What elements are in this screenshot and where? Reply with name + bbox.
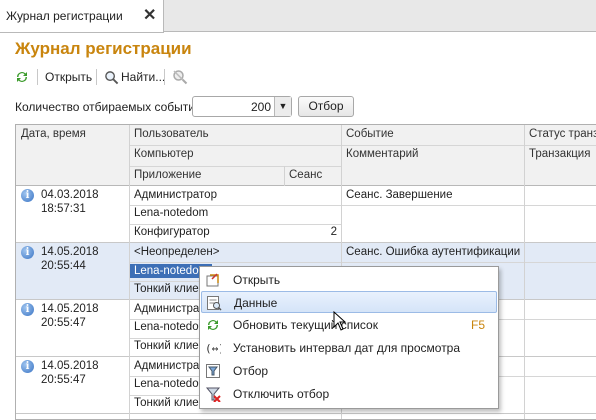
menu-item-label: Обновить текущий список bbox=[233, 318, 378, 332]
date-cell: 14.05.2018 bbox=[41, 246, 99, 258]
refresh-button[interactable] bbox=[14, 66, 30, 88]
cancel-search-button[interactable] bbox=[172, 66, 188, 88]
computer-cell[interactable]: Lena-notedom bbox=[134, 207, 208, 219]
page-title: Журнал регистрации bbox=[15, 39, 192, 58]
table-row[interactable]: i 04.03.2018 18:57:31 Администратор Lena-not… bbox=[16, 186, 596, 243]
computer-cell[interactable]: Lena-notedom bbox=[134, 321, 208, 333]
data-icon bbox=[207, 296, 222, 311]
divider bbox=[129, 205, 596, 206]
menu-item-label: Данные bbox=[234, 296, 278, 310]
tab-title: Журнал регистрации bbox=[6, 9, 123, 23]
time-cell: 18:57:31 bbox=[41, 203, 86, 215]
session-cell[interactable]: 2 bbox=[286, 226, 337, 238]
svg-text:(↔): (↔) bbox=[205, 342, 221, 355]
menu-item-refresh[interactable]: Обновить текущий список F5 bbox=[201, 314, 497, 336]
divider bbox=[129, 166, 341, 167]
divider bbox=[129, 262, 596, 263]
time-cell: 20:55:44 bbox=[41, 260, 86, 272]
refresh-icon bbox=[17, 72, 27, 82]
toolbar-separator bbox=[96, 69, 97, 85]
menu-item-filter[interactable]: Отбор bbox=[201, 360, 497, 382]
find-button[interactable]: Найти... bbox=[104, 66, 165, 88]
divider bbox=[129, 145, 596, 146]
magnifier-icon bbox=[105, 70, 119, 84]
col-session[interactable]: Сеанс bbox=[284, 166, 341, 184]
date-cell: 14.05.2018 bbox=[41, 360, 99, 372]
filter-icon bbox=[206, 364, 220, 378]
info-icon: i bbox=[21, 303, 34, 316]
date-cell: 14.05.2018 bbox=[41, 303, 99, 315]
divider bbox=[524, 125, 525, 419]
menu-item-label: Отключить отбор bbox=[233, 387, 330, 401]
divider bbox=[129, 125, 130, 419]
tab-bar: Журнал регистрации ✕ bbox=[0, 0, 596, 33]
menu-item-date-interval[interactable]: (↔) Установить интервал дат для просмотра bbox=[201, 337, 497, 359]
col-transaction[interactable]: Транзакция bbox=[524, 145, 596, 163]
open-button[interactable]: Открыть bbox=[45, 66, 92, 88]
event-cell[interactable]: Сеанс. Завершение bbox=[346, 189, 522, 201]
info-icon: i bbox=[21, 360, 34, 373]
divider bbox=[129, 224, 341, 225]
col-comment[interactable]: Комментарий bbox=[341, 145, 524, 163]
cancel-search-icon bbox=[173, 70, 188, 85]
table-header: Дата, время Пользователь Компьютер Прило… bbox=[16, 125, 596, 186]
col-event[interactable]: Событие bbox=[341, 125, 524, 143]
computer-cell[interactable]: Lena-notedom bbox=[134, 378, 208, 390]
toolbar-separator bbox=[37, 69, 38, 85]
mouse-cursor-icon bbox=[333, 311, 347, 331]
col-application[interactable]: Приложение bbox=[129, 166, 284, 184]
filter-button[interactable]: Отбор bbox=[298, 96, 354, 117]
tab-journal[interactable]: Журнал регистрации ✕ bbox=[0, 0, 164, 33]
close-icon[interactable]: ✕ bbox=[143, 5, 156, 25]
count-label: Количество отбираемых событий: bbox=[15, 100, 206, 114]
toolbar-separator bbox=[164, 69, 165, 85]
info-icon: i bbox=[21, 189, 34, 202]
menu-item-filter-off[interactable]: Отключить отбор bbox=[201, 383, 497, 405]
count-input[interactable]: 200 ▼ bbox=[192, 96, 292, 117]
col-computer[interactable]: Компьютер bbox=[129, 145, 341, 163]
time-cell: 20:55:47 bbox=[41, 374, 86, 386]
open-icon bbox=[206, 273, 219, 287]
user-cell[interactable]: Администратор bbox=[134, 189, 339, 201]
application-cell[interactable]: Конфигуратор bbox=[134, 226, 282, 238]
menu-item-label: Установить интервал дат для просмотра bbox=[233, 341, 461, 355]
date-cell: 04.03.2018 bbox=[41, 189, 99, 201]
user-cell[interactable]: <Неопределен> bbox=[134, 246, 339, 258]
refresh-icon bbox=[208, 320, 218, 330]
filter-off-icon bbox=[205, 387, 221, 402]
col-user[interactable]: Пользователь bbox=[129, 125, 341, 143]
context-menu: Открыть Данные Обновить текущий список F5 (↔… bbox=[199, 266, 499, 409]
divider bbox=[284, 166, 285, 186]
info-icon: i bbox=[21, 246, 34, 259]
count-value: 200 bbox=[250, 100, 271, 114]
col-status[interactable]: Статус транза bbox=[524, 125, 596, 143]
chevron-down-icon[interactable]: ▼ bbox=[274, 97, 291, 116]
time-cell: 20:55:47 bbox=[41, 317, 86, 329]
date-interval-icon: (↔) bbox=[205, 342, 221, 355]
event-cell[interactable]: Сеанс. Ошибка аутентификации bbox=[346, 246, 522, 258]
find-label: Найти... bbox=[121, 70, 166, 84]
divider bbox=[16, 413, 596, 414]
menu-item-label: Открыть bbox=[233, 273, 281, 287]
menu-item-shortcut: F5 bbox=[471, 318, 486, 332]
menu-item-label: Отбор bbox=[233, 364, 269, 378]
menu-item-open[interactable]: Открыть bbox=[201, 269, 497, 291]
col-date[interactable]: Дата, время bbox=[16, 125, 129, 143]
menu-item-data[interactable]: Данные bbox=[201, 291, 497, 313]
